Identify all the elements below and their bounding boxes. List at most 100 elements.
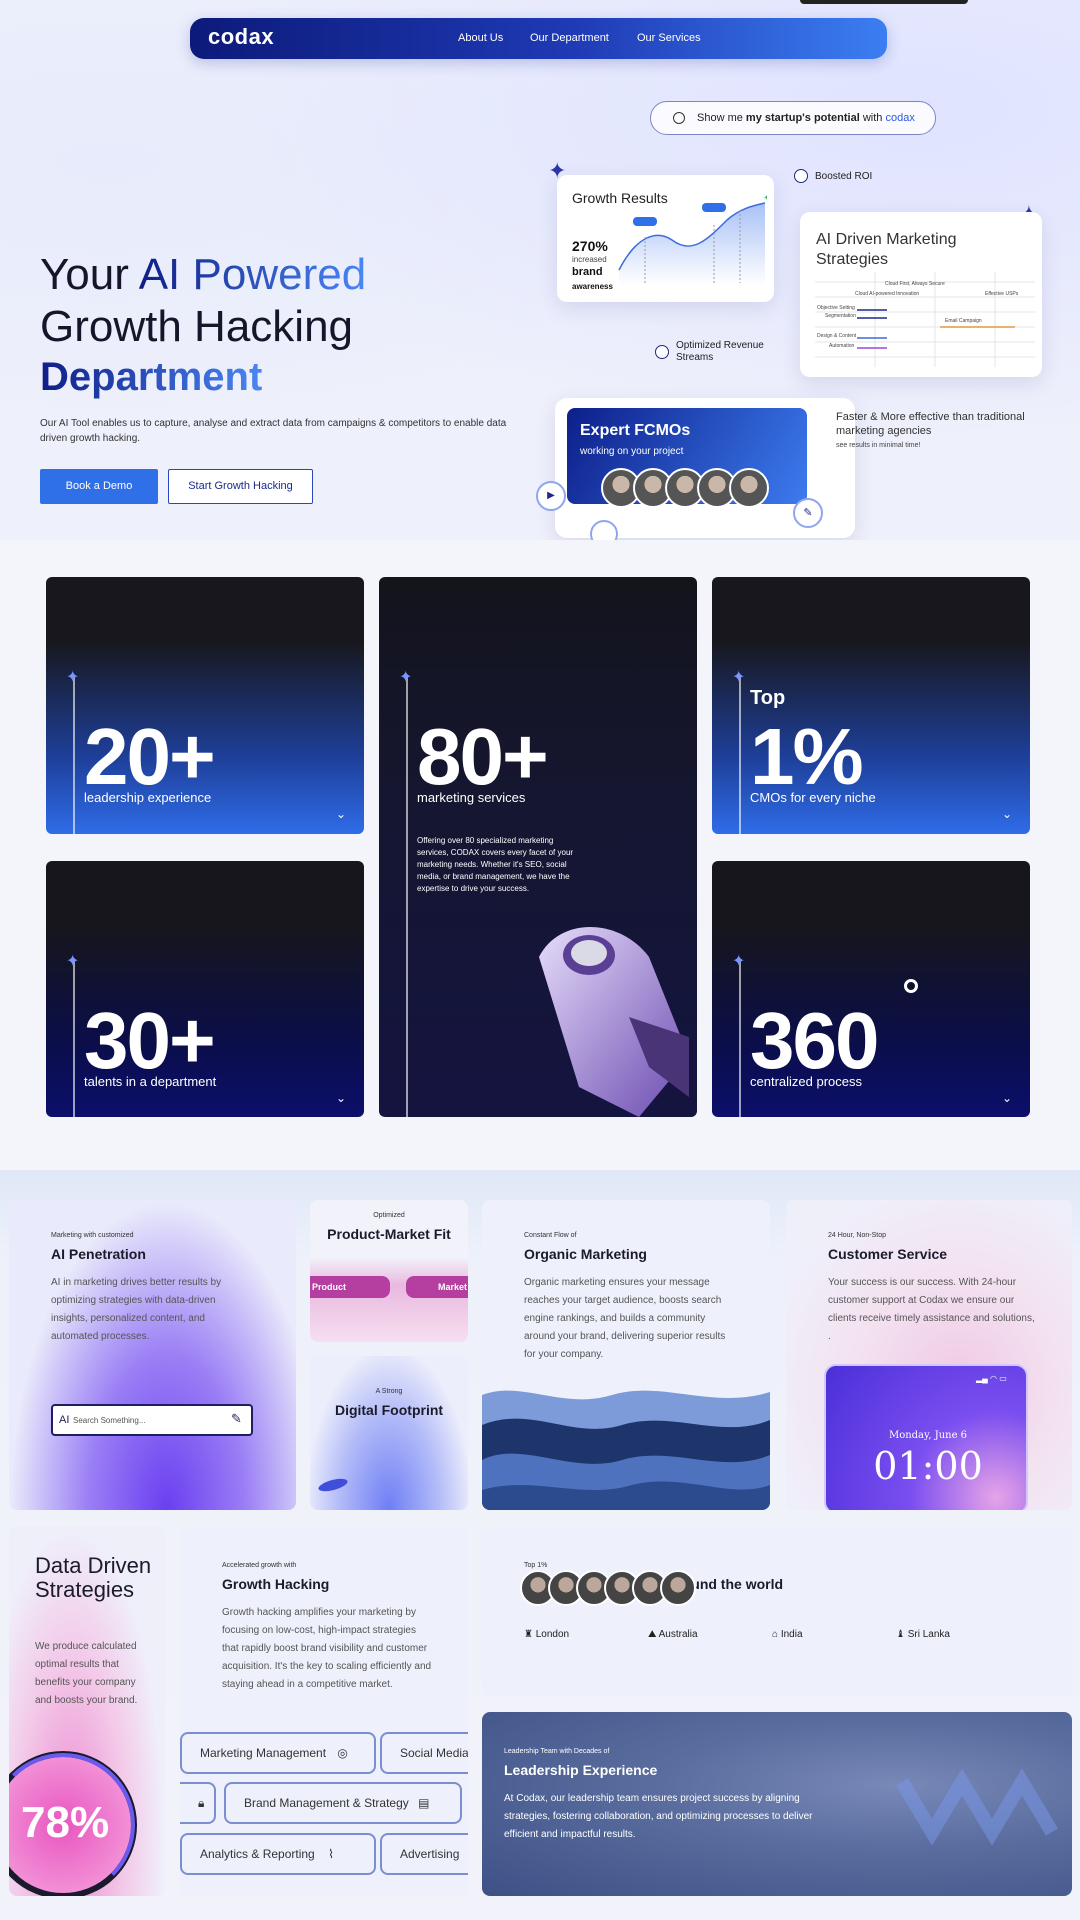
chevron-down-icon[interactable]: ⌄ [1002,1091,1012,1105]
chip-lock[interactable]: 🔒︎ [180,1782,216,1824]
chevron-down-icon[interactable]: ⌄ [1002,807,1012,821]
ai-label-4: Segmentation [825,313,856,319]
growth-line-chart: ✦ [618,195,767,285]
globe-icon: ◎ [337,1746,348,1760]
stat-caption: talents in a department [84,1074,217,1089]
chip-marketing-management[interactable]: Marketing Management ◎ [180,1732,376,1774]
hero-line1-a: Your [40,250,139,299]
customer-body: Your success is our success. With 24-hou… [828,1277,1035,1342]
product-market-fit-card: Optimized Product-Market Fit Product Mar… [310,1200,468,1342]
leader-body: At Codax, our leadership team ensures pr… [504,1793,813,1840]
hero-line3-text: Department [40,355,263,399]
search-icon [673,112,685,124]
edit-icon[interactable]: ✎ [793,498,823,528]
stat-description: Offering over 80 specialized marketing s… [417,836,574,893]
ai-penetration-card: Marketing with customized AI Penetration… [9,1200,296,1510]
ai-pen-title: AI Penetration [51,1246,146,1262]
optimized-revenue-radio [655,345,669,359]
stat-number: 30+ [84,996,216,1085]
stat-number: 80+ [417,712,549,801]
hero-heading-line3: Department [40,355,262,400]
chip-label: Social Media [400,1746,468,1760]
organic-body: Organic marketing ensures your message r… [524,1277,726,1360]
stat-caption: leadership experience [84,790,212,805]
nav-about-us[interactable]: About Us [458,32,503,44]
stat-number: 20+ [84,712,216,801]
startup-potential-pill[interactable]: Show me my startup's potential with coda… [650,101,936,135]
navbar: codax About Us Our Department Our Servic… [190,18,887,59]
ai-label-0: Cloud First, Always Secure [885,281,945,287]
pill-text-pre: Show me [697,112,746,124]
ai-label-3: Objective Setting [817,305,855,311]
magic-wand-icon[interactable]: ✎ [231,1411,242,1427]
ai-label: AI [59,1414,70,1426]
stat-card-360: ✦ 360 centralized process ⌄ [712,861,1030,1117]
faster-sub: see results in minimal time! [836,442,921,449]
chip-analytics[interactable]: Analytics & Reporting ⌇ [180,1833,376,1875]
data-title: Data Driven Strategies [35,1553,152,1602]
waves-illustration [482,1390,770,1510]
city-london: ♜ London [524,1629,569,1640]
stat-card-top-cmos: ✦ Top 1% CMOs for every niche ⌄ [712,577,1030,834]
chip-advertising[interactable]: Advertising [380,1833,468,1875]
growth-percent: 270% [572,238,608,254]
chevron-down-icon[interactable]: ⌄ [336,807,346,821]
codax-logo[interactable]: codax [208,24,274,50]
stat-top-label: Top [750,687,786,709]
leader-pre: Leadership Team with Decades of [504,1748,610,1755]
sparkle-icon: ✦ [66,669,80,686]
sparkle-icon: ✦ [66,953,80,970]
organic-marketing-card: Constant Flow of Organic Marketing Organ… [482,1200,770,1510]
organic-title: Organic Marketing [524,1246,647,1262]
pill-text-post: with [859,112,886,124]
hero-heading-line1: Your AI Powered [40,250,366,300]
organic-pre: Constant Flow of [524,1232,577,1239]
chart-icon: ⌇ [328,1847,334,1861]
city-label: London [535,1629,570,1640]
chip-label: Analytics & Reporting [200,1847,315,1861]
ai-strategy-diagram: Cloud First, Always Secure Cloud AI-powe… [815,272,1035,367]
stats-section: ✦ 20+ leadership experience ⌄ ✦ 80+ mark… [0,540,1080,1160]
stat-card-marketing: ✦ 80+ marketing services Offering over 8… [379,577,697,1117]
svg-text:✦: ✦ [763,195,767,204]
landmark-icon: ⌂ [772,1629,781,1640]
chevron-down-icon[interactable]: ⌄ [336,1091,346,1105]
optimized-revenue-label: Optimized Revenue Streams [676,340,764,363]
book-demo-button[interactable]: Book a Demo [40,469,158,504]
nav-our-department[interactable]: Our Department [530,32,609,44]
ai-marketing-title: AI Driven Marketing Strategies [816,231,957,268]
stat-number: 360 [750,996,879,1085]
chip-brand-management[interactable]: Brand Management & Strategy ▤ [224,1782,462,1824]
nav-our-services[interactable]: Our Services [637,32,701,44]
data-percentage: 78% [21,1798,110,1847]
abstract-logo-mark [895,1768,1059,1846]
ai-label-6: Design & Content [817,333,857,339]
growth-hacking-card: Accelerated growth with Growth Hacking G… [180,1526,468,1896]
customer-service-card: 24 Hour, Non-Stop Customer Service Your … [786,1200,1072,1510]
pmf-tag-market: Market [406,1276,468,1298]
chip-social-media[interactable]: Social Media [380,1732,468,1774]
hero-line1-b: AI Powered [138,250,367,299]
search-placeholder: Search Something... [73,1416,146,1425]
expert-fcmos-sub: working on your project [580,446,684,457]
ai-pen-body: AI in marketing drives better results by… [51,1277,222,1342]
phone-mockup: ▂▄ ◠ ▭ Monday, June 6 01:00 [824,1364,1028,1510]
ai-search-input[interactable]: AI Search Something... ✎ [51,1404,253,1436]
stat-number: 1% [750,712,864,801]
stat-caption: centralized process [750,1074,862,1089]
data-driven-card: Data Driven Strategies We produce calcul… [9,1526,165,1896]
city-india: ⌂ India [772,1629,803,1640]
play-icon[interactable]: ▶ [536,481,566,511]
avatar [660,1570,696,1606]
chip-label: Brand Management & Strategy [244,1796,409,1810]
customer-title: Customer Service [828,1246,948,1262]
start-growth-hacking-button[interactable]: Start Growth Hacking [168,469,313,504]
lock-icon: 🔒︎ [198,1796,205,1810]
stat-caption: marketing services [417,790,526,805]
growth-sub1: increased [572,255,607,264]
growth-title: Growth Hacking [222,1576,330,1592]
phone-status-icons: ▂▄ ◠ ▭ [976,1374,1007,1383]
degree-symbol [904,979,918,993]
growth-sub3: awareness [572,282,613,291]
features-section: Marketing with customized AI Penetration… [0,1170,1080,1920]
